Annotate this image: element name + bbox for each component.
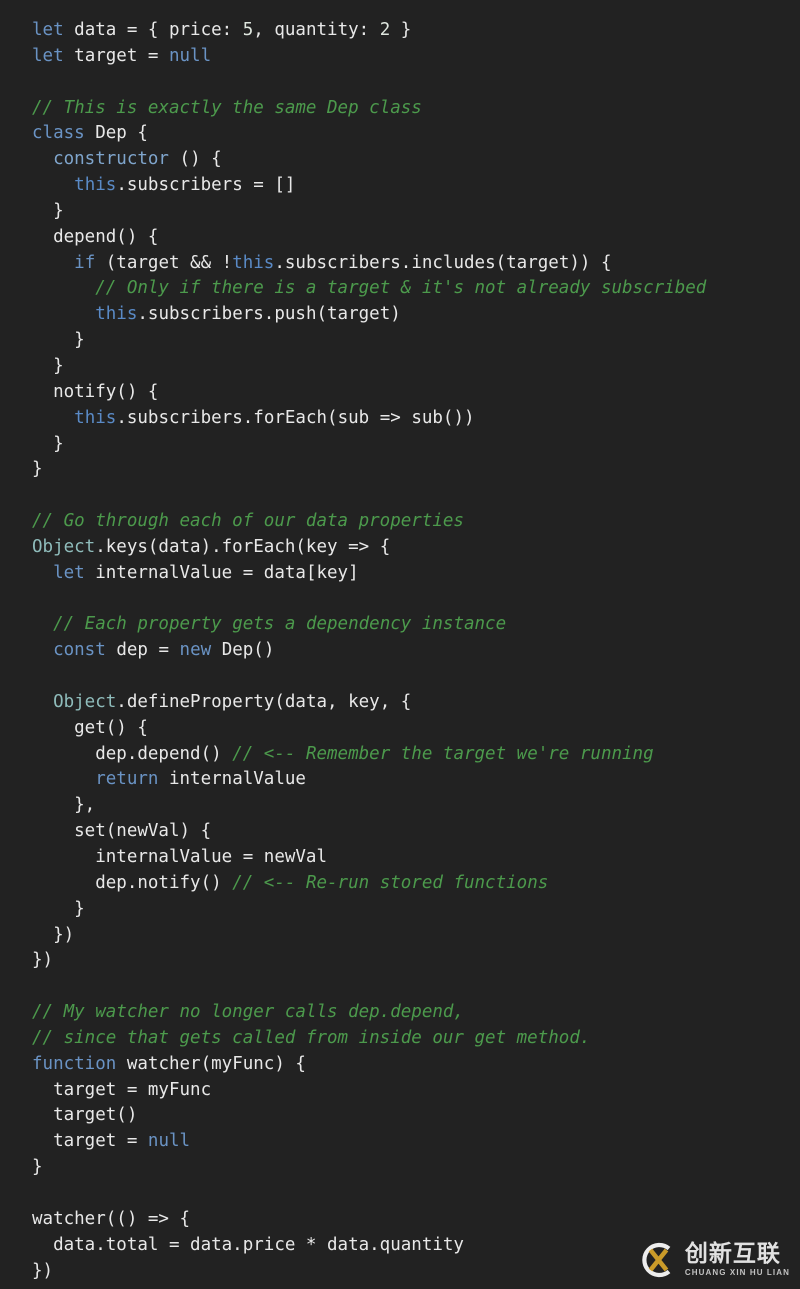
code-line: data.total = data.price * data.quantity (32, 1234, 464, 1255)
code-line: // Each property gets a dependency insta… (53, 614, 507, 635)
code-line: }) (32, 950, 54, 971)
code-line: Object.keys(data).forEach(key => { (32, 536, 391, 557)
code-line: get() { (32, 717, 148, 738)
code-line: watcher(() => { (32, 1208, 191, 1229)
code-line: // Only if there is a target & it's not … (95, 278, 707, 299)
code-editor-surface: let data = { price: 5, quantity: 2 } let … (0, 0, 800, 1289)
source-code: let data = { price: 5, quantity: 2 } let … (32, 18, 800, 1284)
code-line: let internalValue = data[key] (53, 562, 359, 583)
code-line: this.subscribers.push(target) (95, 304, 401, 325)
code-line: target = myFunc (32, 1079, 212, 1100)
code-line: } (32, 200, 64, 221)
code-line: target() (32, 1105, 138, 1126)
code-line: } (32, 898, 85, 919)
code-line: } (32, 459, 43, 480)
code-line: } (32, 355, 64, 376)
code-line: depend() { (32, 226, 159, 247)
code-line: return internalValue (95, 769, 306, 790)
code-line: } (32, 330, 85, 351)
code-line: constructor () { (53, 149, 222, 170)
code-line: target = null (32, 1131, 191, 1152)
code-line: } (32, 433, 64, 454)
code-line: Object.defineProperty(data, key, { (53, 691, 412, 712)
code-line: dep.notify() // <-- Re-run stored functi… (32, 872, 549, 893)
code-line: class Dep { (32, 123, 148, 144)
code-line: // This is exactly the same Dep class (32, 97, 422, 118)
code-line: this.subscribers = [] (74, 175, 296, 196)
code-line: let target = null (32, 45, 212, 66)
code-line: if (target && !this.subscribers.includes… (74, 252, 612, 273)
code-line: set(newVal) { (32, 821, 212, 842)
code-line: // since that gets called from inside ou… (32, 1027, 591, 1048)
code-line: const dep = new Dep() (53, 640, 275, 661)
code-line: }) (32, 924, 75, 945)
code-line: dep.depend() // <-- Remember the target … (32, 743, 654, 764)
code-line: internalValue = newVal (32, 847, 328, 867)
code-line: }, (32, 795, 96, 816)
code-line: this.subscribers.forEach(sub => sub()) (74, 407, 475, 428)
code-line: }) (32, 1260, 54, 1281)
code-line: notify() { (32, 381, 159, 402)
code-line: } (32, 1157, 43, 1178)
code-line: // My watcher no longer calls dep.depend… (32, 1002, 464, 1023)
code-line: function watcher(myFunc) { (32, 1053, 306, 1074)
code-line: // Go through each of our data propertie… (32, 511, 464, 532)
code-line: let data = { price: 5, quantity: 2 } (32, 20, 412, 40)
